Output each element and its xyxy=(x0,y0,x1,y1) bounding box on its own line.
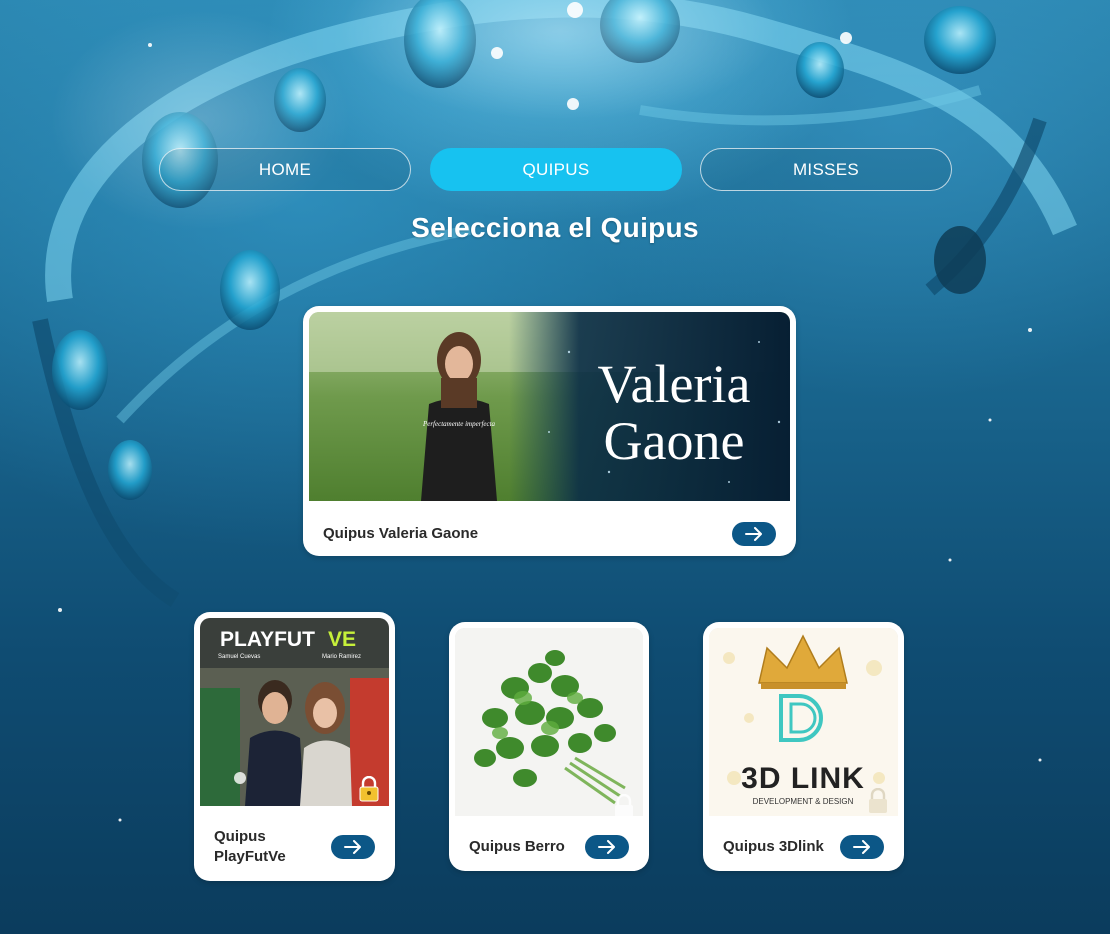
lock-icon xyxy=(359,776,379,802)
open-quipus-button[interactable] xyxy=(840,834,884,859)
featured-card-caption: Quipus Valeria Gaone xyxy=(303,511,796,556)
lock-icon xyxy=(869,788,887,813)
arrow-right-icon xyxy=(344,840,361,854)
banner-name-line1: Valeria xyxy=(598,354,751,414)
open-quipus-button[interactable] xyxy=(732,521,776,546)
berro-image xyxy=(455,628,643,816)
quipus-card-berro[interactable]: Quipus Berro xyxy=(449,622,649,871)
playfut-logo-accent: VE xyxy=(328,628,356,651)
playfut-sub-left: Samuel Cuevas xyxy=(218,654,260,660)
3dlink-logo-sub: DEVELOPMENT & DESIGN xyxy=(753,797,854,806)
valeria-gaone-banner-image: Perfectamente imperfecta Valeria Gaone xyxy=(309,312,790,501)
valeria-gaone-banner: Perfectamente imperfecta Valeria Gaone xyxy=(309,312,790,501)
page-title: Selecciona el Quipus xyxy=(411,212,699,243)
arrow-right-icon xyxy=(745,526,762,541)
nav-home-button[interactable]: HOME xyxy=(159,148,411,191)
berro-caption: Quipus Berro xyxy=(449,822,649,871)
open-quipus-button[interactable] xyxy=(331,835,375,859)
3dlink-caption: Quipus 3Dlink xyxy=(703,822,904,871)
shirt-text: Perfectamente imperfecta xyxy=(422,420,496,428)
card-label: Quipus Berro xyxy=(469,837,565,855)
main-nav: HOME QUIPUS MISSES xyxy=(159,148,955,193)
arrow-right-icon xyxy=(853,839,870,854)
quipus-card-3dlink[interactable]: 3D LINK DEVELOPMENT & DESIGN Quipus 3Dli… xyxy=(703,622,904,871)
playfutve-caption: Quipus PlayFutVe xyxy=(194,813,395,881)
quipus-card-playfutve[interactable]: PLAYFUT VE Samuel Cuevas Mario Ramirez Q… xyxy=(194,612,395,881)
3dlink-logo-text: 3D LINK xyxy=(741,762,865,795)
open-quipus-button[interactable] xyxy=(585,834,629,859)
nav-misses-button[interactable]: MISSES xyxy=(700,148,952,191)
watercress-photo xyxy=(455,628,643,816)
arrow-right-icon xyxy=(598,839,615,854)
banner-name-line2: Gaone xyxy=(604,411,745,471)
quipus-card-valeria-gaone[interactable]: Perfectamente imperfecta Valeria Gaone Q… xyxy=(303,306,796,556)
playfut-sub-right: Mario Ramirez xyxy=(322,654,361,660)
card-label: Quipus 3Dlink xyxy=(723,837,824,855)
lock-icon xyxy=(615,794,633,819)
card-label: Quipus Valeria Gaone xyxy=(323,524,479,542)
card-label: Quipus PlayFutVe xyxy=(214,828,286,865)
playfut-logo-text: PLAYFUT xyxy=(220,628,315,651)
nav-quipus-button[interactable]: QUIPUS xyxy=(430,148,682,191)
